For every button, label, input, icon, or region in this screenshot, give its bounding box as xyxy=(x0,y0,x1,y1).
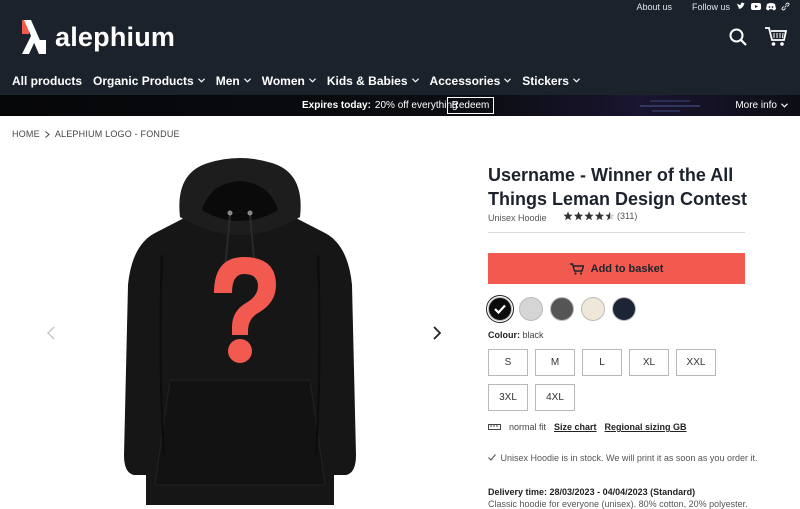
breadcrumb-home[interactable]: HOME xyxy=(12,129,40,139)
cart-icon xyxy=(569,262,584,275)
fit-info: normal fit Size chart Regional sizing GB xyxy=(488,422,687,432)
size-option-3xl[interactable]: 3XL xyxy=(488,384,528,411)
social-links xyxy=(736,2,790,11)
product-title: Username - Winner of the All Things Lema… xyxy=(488,165,748,209)
promo-decoration xyxy=(640,100,700,112)
size-option-4xl[interactable]: 4XL xyxy=(535,384,575,411)
chevron-right-icon xyxy=(44,130,50,138)
chevron-left-icon xyxy=(46,326,55,340)
colour-swatch-light-grey[interactable] xyxy=(519,297,543,321)
size-options: S M L XL XXL 3XL 4XL xyxy=(488,349,748,411)
size-option-s[interactable]: S xyxy=(488,349,528,376)
chevron-down-icon xyxy=(572,78,580,83)
nav-accessories[interactable]: Accessories xyxy=(430,74,512,88)
size-option-xxl[interactable]: XXL xyxy=(676,349,716,376)
gallery-prev-button[interactable] xyxy=(46,326,55,345)
nav-women[interactable]: Women xyxy=(262,74,316,88)
delivery-time: Delivery time: 28/03/2023 - 04/04/2023 (… xyxy=(488,487,696,497)
colour-swatch-cream[interactable] xyxy=(581,297,605,321)
top-links: About us Follow us xyxy=(636,0,790,13)
chevron-down-icon xyxy=(504,78,512,83)
promo-label: Expires today: xyxy=(302,100,371,111)
product-type: Unisex Hoodie xyxy=(488,213,547,223)
colour-swatch-dark-grey[interactable] xyxy=(550,297,574,321)
nav-organic-products[interactable]: Organic Products xyxy=(93,74,205,88)
colour-swatch-black[interactable] xyxy=(486,295,514,323)
stock-status: Unisex Hoodie is in stock. We will print… xyxy=(488,452,758,464)
more-info-toggle[interactable]: More info xyxy=(735,95,788,116)
chevron-down-icon xyxy=(781,103,788,108)
chevron-right-icon xyxy=(433,326,442,340)
promo-offer: 20% off everything xyxy=(374,100,458,111)
product-image xyxy=(124,158,356,505)
chevron-down-icon xyxy=(197,78,205,83)
redeem-button[interactable]: Redeem xyxy=(447,97,494,114)
main-nav: All products Organic Products Men Women … xyxy=(0,66,800,95)
regional-sizing-link[interactable]: Regional sizing GB xyxy=(605,422,687,432)
star-rating-icon xyxy=(563,211,615,221)
fit-type: normal fit xyxy=(509,422,547,432)
cart-icon[interactable] xyxy=(765,27,788,52)
colour-swatch-navy[interactable] xyxy=(612,297,636,321)
size-option-l[interactable]: L xyxy=(582,349,622,376)
chevron-down-icon xyxy=(411,78,419,83)
top-bar: About us Follow us alephium xyxy=(0,0,800,66)
brand-logo[interactable]: alephium xyxy=(22,20,175,54)
colour-swatches xyxy=(486,295,636,323)
alephium-logo-icon xyxy=(22,20,46,54)
rating-count: (311) xyxy=(617,211,638,221)
link-icon[interactable] xyxy=(781,2,790,11)
check-icon xyxy=(494,304,506,315)
follow-us-label: Follow us xyxy=(691,1,730,12)
nav-all-products[interactable]: All products xyxy=(12,74,82,88)
product-description: Classic hoodie for everyone (unisex). 80… xyxy=(488,499,748,509)
about-us-link[interactable]: About us xyxy=(636,2,672,12)
check-icon xyxy=(488,454,496,461)
divider xyxy=(488,232,745,233)
size-option-xl[interactable]: XL xyxy=(629,349,669,376)
gallery-next-button[interactable] xyxy=(433,326,442,345)
youtube-icon[interactable] xyxy=(751,2,761,11)
discord-icon[interactable] xyxy=(766,2,776,11)
add-to-basket-button[interactable]: Add to basket xyxy=(488,253,745,284)
chevron-down-icon xyxy=(308,78,316,83)
search-icon[interactable] xyxy=(729,28,747,51)
promo-text: Expires today: 20% off everything xyxy=(302,95,458,116)
colour-value: black xyxy=(522,330,544,340)
chevron-down-icon xyxy=(243,78,251,83)
ruler-icon xyxy=(488,424,501,430)
nav-stickers[interactable]: Stickers xyxy=(522,74,580,88)
promo-banner: Expires today: 20% off everything Redeem… xyxy=(0,95,800,116)
breadcrumb: HOME ALEPHIUM LOGO - FONDUE xyxy=(12,129,180,139)
size-chart-link[interactable]: Size chart xyxy=(554,422,597,432)
nav-kids-babies[interactable]: Kids & Babies xyxy=(327,74,419,88)
size-option-m[interactable]: M xyxy=(535,349,575,376)
product-rating[interactable]: (311) xyxy=(563,211,637,221)
nav-men[interactable]: Men xyxy=(216,74,251,88)
breadcrumb-current: ALEPHIUM LOGO - FONDUE xyxy=(54,129,180,139)
twitter-icon[interactable] xyxy=(736,2,745,11)
colour-label: Colour: black xyxy=(488,330,544,340)
brand-name: alephium xyxy=(55,21,176,52)
